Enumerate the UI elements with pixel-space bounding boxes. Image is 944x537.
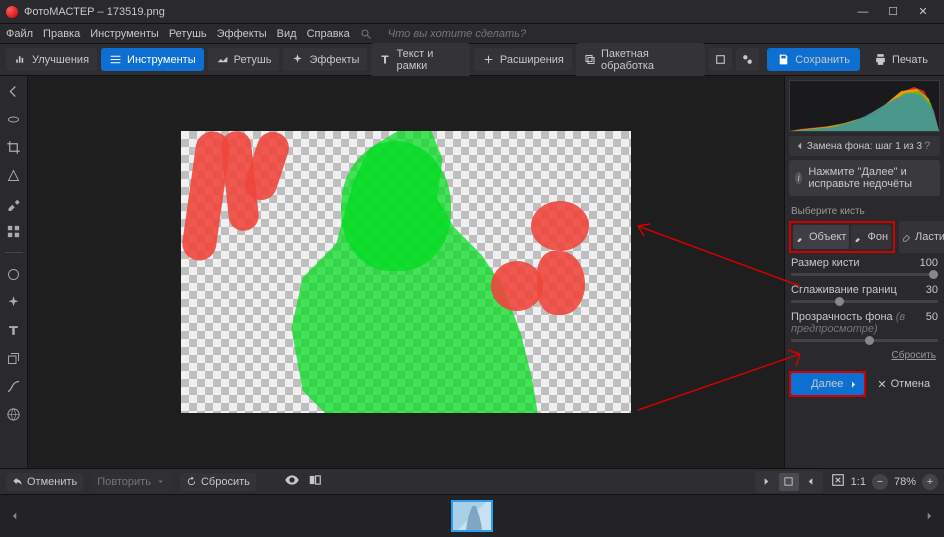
bg-mark [531, 201, 589, 251]
help-icon[interactable]: ? [924, 140, 934, 152]
preview-toggle-icon[interactable] [284, 472, 300, 491]
canvas-area[interactable] [28, 76, 784, 468]
filmstrip-thumb[interactable] [451, 500, 493, 532]
zoom-controls: 1:1 − 78% + [831, 473, 938, 490]
annotation-arrow-icon [628, 216, 808, 296]
bg-opacity-slider[interactable]: Прозрачность фона (в предпросмотре)50 [785, 307, 944, 346]
save-button[interactable]: Сохранить [767, 48, 860, 71]
fit-label[interactable]: 1:1 [851, 476, 866, 488]
brush-icon[interactable] [5, 194, 23, 212]
menu-effects[interactable]: Эффекты [217, 28, 267, 40]
menu-help[interactable]: Справка [307, 28, 350, 40]
chevron-right-icon [849, 380, 858, 389]
close-button[interactable]: ✕ [908, 5, 938, 18]
face-icon[interactable] [5, 265, 23, 283]
info-icon: i [795, 172, 802, 184]
redo-button[interactable]: Повторить [91, 473, 172, 491]
fit-screen-icon[interactable] [831, 473, 845, 490]
main-toolbar: Улучшения Инструменты Ретушь Эффекты Тек… [0, 44, 944, 76]
histogram [789, 80, 940, 132]
crop-icon[interactable] [5, 138, 23, 156]
back-arrow-icon[interactable] [5, 82, 23, 100]
step-title: Замена фона: шаг 1 из 3 [805, 141, 924, 152]
grid-icon[interactable] [5, 222, 23, 240]
left-tool-strip [0, 76, 28, 468]
choose-brush-label: Выберите кисть [785, 200, 944, 221]
print-button[interactable]: Печать [864, 48, 938, 71]
filmstrip-next[interactable] [920, 501, 938, 531]
chevron-left-icon[interactable] [795, 141, 805, 151]
menu-file[interactable]: Файл [6, 28, 33, 40]
bottom-bar: Отменить Повторить Сбросить 1:1 − 78% + [0, 468, 944, 494]
view-single-icon[interactable] [757, 473, 777, 491]
geometry-icon[interactable] [5, 166, 23, 184]
app-logo-icon [6, 6, 18, 18]
menu-edit[interactable]: Правка [43, 28, 80, 40]
title-bar: ФотоМАСТЕР – 173519.png — ☐ ✕ [0, 0, 944, 24]
text-icon[interactable] [5, 321, 23, 339]
tab-batch[interactable]: Пакетная обработка [576, 43, 705, 77]
filmstrip [0, 494, 944, 537]
menu-view[interactable]: Вид [277, 28, 297, 40]
toolbar-extra-1[interactable] [709, 48, 732, 71]
tab-text[interactable]: Текст и рамки [371, 43, 469, 77]
zoom-out-button[interactable]: − [872, 474, 888, 490]
tab-tools[interactable]: Инструменты [101, 48, 204, 71]
search-icon [360, 28, 372, 40]
tab-extensions[interactable]: Расширения [474, 48, 572, 71]
clone-icon[interactable] [5, 349, 23, 367]
bg-mark [491, 261, 543, 311]
reset-button[interactable]: Сбросить [180, 473, 256, 491]
brush-background-button[interactable]: Фон [851, 225, 891, 249]
next-button[interactable]: Далее [791, 373, 864, 395]
zoom-value: 78% [894, 476, 916, 488]
window-title: ФотоМАСТЕР – 173519.png [24, 6, 848, 18]
filmstrip-prev[interactable] [6, 501, 24, 531]
menu-tools[interactable]: Инструменты [90, 28, 159, 40]
panel-step-header: Замена фона: шаг 1 из 3 ? [789, 136, 940, 156]
lasso-icon[interactable] [5, 110, 23, 128]
tab-effects[interactable]: Эффекты [283, 48, 367, 71]
close-icon: ✕ [877, 378, 886, 391]
search-placeholder[interactable]: Что вы хотите сделать? [388, 28, 526, 40]
reset-link[interactable]: Сбросить [785, 346, 944, 365]
globe-icon[interactable] [5, 405, 23, 423]
tab-retouch[interactable]: Ретушь [208, 48, 280, 71]
right-panel: Замена фона: шаг 1 из 3 ? i Нажмите "Дал… [784, 76, 944, 468]
minimize-button[interactable]: — [848, 6, 878, 18]
edge-smooth-slider[interactable]: Сглаживание границ30 [785, 280, 944, 307]
menu-retouch[interactable]: Ретушь [169, 28, 207, 40]
maximize-button[interactable]: ☐ [878, 5, 908, 18]
menu-bar: Файл Правка Инструменты Ретушь Эффекты В… [0, 24, 944, 44]
view-grid-icon[interactable] [779, 473, 799, 491]
tab-improvements[interactable]: Улучшения [6, 48, 97, 71]
view-next-icon[interactable] [801, 473, 821, 491]
brush-size-slider[interactable]: Размер кисти100 [785, 253, 944, 280]
cancel-button[interactable]: ✕ Отмена [868, 371, 941, 397]
toolbar-extra-2[interactable] [736, 48, 759, 71]
zoom-in-button[interactable]: + [922, 474, 938, 490]
sparkle-icon[interactable] [5, 293, 23, 311]
brush-eraser-button[interactable]: Ластик [899, 221, 944, 253]
view-mode-group [755, 471, 823, 493]
hint-text: Нажмите "Далее" и исправьте недочёты [808, 166, 934, 190]
compare-icon[interactable] [308, 473, 322, 490]
image-canvas[interactable] [181, 131, 631, 413]
undo-button[interactable]: Отменить [6, 473, 83, 491]
bg-mark [537, 251, 585, 315]
annotation-arrow-icon [628, 310, 808, 420]
curve-icon[interactable] [5, 377, 23, 395]
hint-bar: i Нажмите "Далее" и исправьте недочёты [789, 160, 940, 196]
